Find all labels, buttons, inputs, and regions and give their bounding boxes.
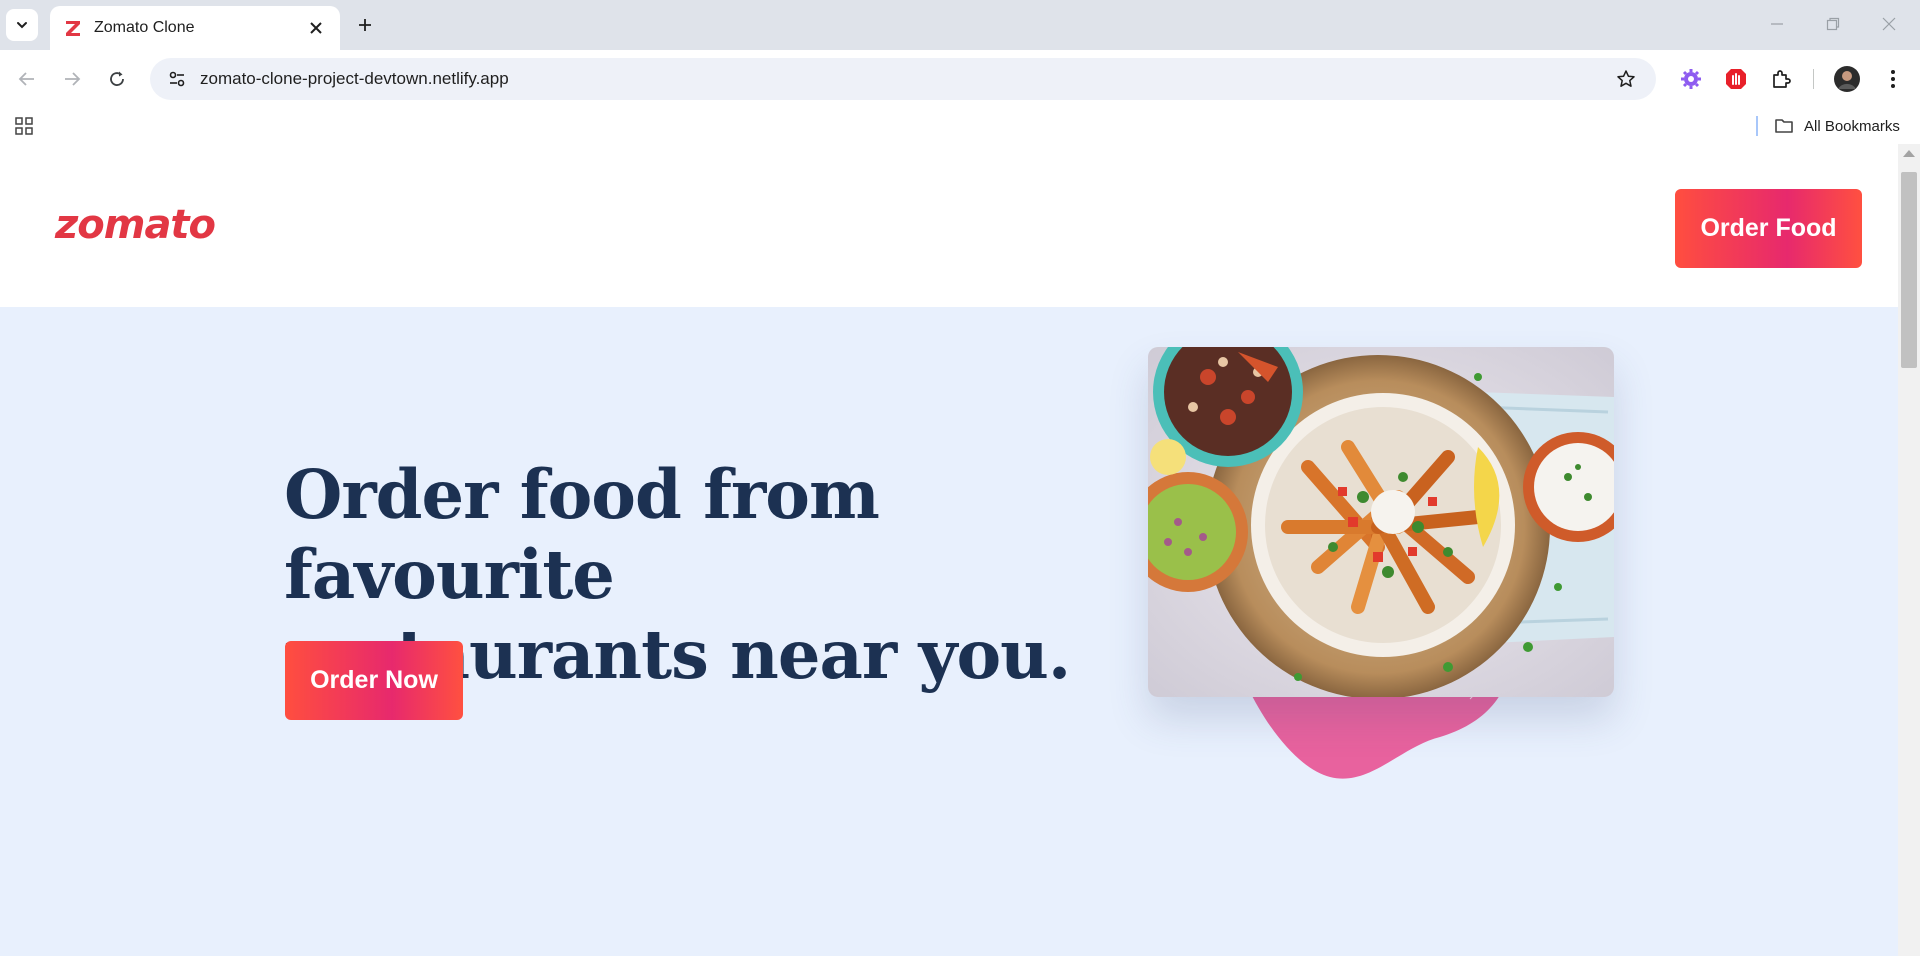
extension-red-icon[interactable]: [1719, 62, 1753, 96]
tab-title: Zomato Clone: [94, 19, 195, 36]
browser-tab[interactable]: Zomato Clone: [50, 6, 340, 50]
order-now-button[interactable]: Order Now: [285, 641, 463, 720]
window-close-icon: [1882, 17, 1896, 31]
reload-icon: [110, 71, 124, 86]
back-button[interactable]: [10, 62, 44, 96]
reload-button[interactable]: [100, 62, 134, 96]
all-bookmarks-label: All Bookmarks: [1804, 117, 1900, 135]
scroll-thumb[interactable]: [1901, 172, 1917, 368]
plus-icon: [359, 19, 371, 31]
minimize-icon: [1771, 23, 1783, 25]
new-tab-button[interactable]: [350, 10, 380, 40]
hero-section: Order food from favourite restaurants ne…: [0, 307, 1898, 956]
site-header: zomato Order Food: [0, 144, 1898, 307]
order-food-button[interactable]: Order Food: [1675, 189, 1862, 268]
apps-grid-icon[interactable]: [10, 112, 38, 140]
bookmark-bar: All Bookmarks: [0, 108, 1920, 144]
minimize-button[interactable]: [1754, 6, 1800, 42]
restore-icon: [1826, 17, 1840, 31]
address-bar[interactable]: zomato-clone-project-devtown.netlify.app: [150, 58, 1656, 100]
toolbar-divider: [1813, 69, 1814, 89]
forward-button[interactable]: [55, 62, 89, 96]
hero-headline-line1: Order food from favourite: [284, 455, 880, 614]
avatar[interactable]: [1830, 62, 1864, 96]
chevron-down-icon: [17, 22, 27, 29]
zomato-logo[interactable]: zomato: [55, 202, 216, 248]
forward-arrow-icon: [65, 72, 81, 86]
puzzle-icon[interactable]: [1764, 62, 1798, 96]
browser-tab-strip: Zomato Clone: [0, 0, 1920, 50]
bookmark-divider: [1756, 116, 1758, 136]
browser-toolbar: zomato-clone-project-devtown.netlify.app: [0, 50, 1920, 108]
scroll-up-arrow-icon[interactable]: [1903, 150, 1915, 157]
food-image: [1148, 347, 1614, 697]
more-vert-icon[interactable]: [1876, 62, 1910, 96]
close-icon[interactable]: [304, 16, 328, 40]
folder-icon: [1775, 119, 1793, 133]
tab-search-button[interactable]: [6, 9, 38, 41]
page-viewport: zomato Order Food Order food from favour…: [0, 144, 1920, 956]
zomato-favicon-icon: [62, 17, 84, 39]
site-info-icon[interactable]: [156, 58, 198, 100]
bookmark-star-icon[interactable]: [1606, 59, 1646, 99]
all-bookmarks-button[interactable]: All Bookmarks: [1774, 112, 1900, 140]
restore-button[interactable]: [1810, 6, 1856, 42]
page-scrollbar[interactable]: [1898, 144, 1920, 956]
back-arrow-icon: [18, 72, 34, 86]
url-text: zomato-clone-project-devtown.netlify.app: [200, 69, 509, 88]
extension-gear-icon[interactable]: [1674, 62, 1708, 96]
window-close-button[interactable]: [1866, 6, 1912, 42]
